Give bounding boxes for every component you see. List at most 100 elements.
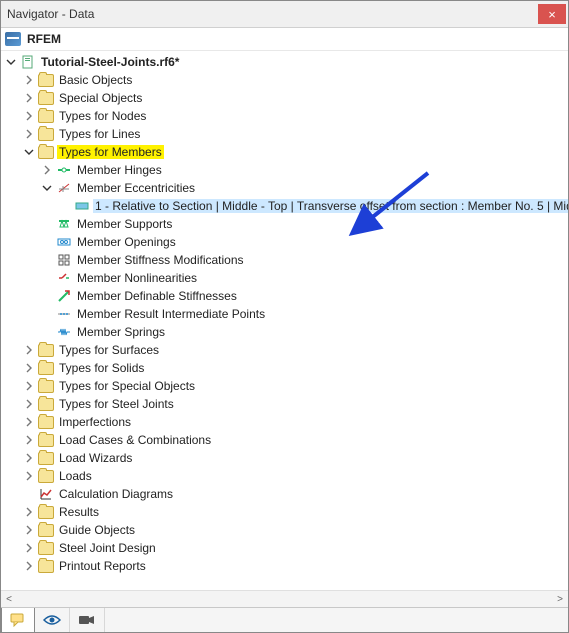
folder-types-for-steel-joints[interactable]: Types for Steel Joints [23, 395, 568, 413]
folder-label: Load Wizards [57, 451, 134, 465]
member-eccentricities-icon [56, 181, 72, 195]
scroll-left-button[interactable]: < [1, 592, 17, 606]
item-member-springs[interactable]: Member Springs [41, 323, 568, 341]
item-label: Member Eccentricities [75, 181, 197, 195]
folder-icon [38, 434, 54, 447]
folder-icon [38, 344, 54, 357]
folder-label: Loads [57, 469, 94, 483]
item-label: Calculation Diagrams [57, 487, 175, 501]
expand-toggle[interactable] [23, 380, 35, 392]
folder-label: Types for Special Objects [57, 379, 197, 393]
folder-steel-joint-design[interactable]: Steel Joint Design [23, 539, 568, 557]
expand-toggle[interactable] [23, 146, 35, 158]
member-definable-stiff-icon [56, 289, 72, 303]
folder-label: Imperfections [57, 415, 133, 429]
folder-types-for-members[interactable]: Types for Members [23, 143, 568, 161]
expand-toggle[interactable] [23, 542, 35, 554]
folder-load-cases-combinations[interactable]: Load Cases & Combinations [23, 431, 568, 449]
item-member-nonlinearities[interactable]: Member Nonlinearities [41, 269, 568, 287]
folder-guide-objects[interactable]: Guide Objects [23, 521, 568, 539]
expand-toggle[interactable] [41, 164, 53, 176]
footer-tab-video[interactable] [70, 608, 105, 632]
folder-types-for-special-objects[interactable]: Types for Special Objects [23, 377, 568, 395]
folder-label: Types for Steel Joints [57, 397, 176, 411]
folder-load-wizards[interactable]: Load Wizards [23, 449, 568, 467]
expand-toggle[interactable] [23, 506, 35, 518]
folder-types-for-solids[interactable]: Types for Solids [23, 359, 568, 377]
tree-scroll[interactable]: Tutorial-Steel-Joints.rf6* Basic Objects… [1, 51, 568, 590]
folder-label: Special Objects [57, 91, 144, 105]
navigator-data-window: Navigator - Data × RFEM [0, 0, 569, 633]
expand-toggle[interactable] [5, 56, 17, 68]
folder-types-for-nodes[interactable]: Types for Nodes [23, 107, 568, 125]
item-member-eccentricities[interactable]: Member Eccentricities [41, 179, 568, 197]
member-openings-icon [56, 235, 72, 249]
eccentricity-entry-icon [74, 199, 90, 213]
item-label: Member Springs [75, 325, 167, 339]
item-label: Member Stiffness Modifications [75, 253, 246, 267]
item-label: Member Openings [75, 235, 178, 249]
member-nonlinearities-icon [56, 271, 72, 285]
expand-toggle[interactable] [23, 524, 35, 536]
item-calculation-diagrams[interactable]: Calculation Diagrams [23, 485, 568, 503]
expand-toggle[interactable] [23, 434, 35, 446]
folder-icon [38, 416, 54, 429]
folder-loads[interactable]: Loads [23, 467, 568, 485]
folder-icon [38, 74, 54, 87]
file-icon [20, 55, 36, 69]
expand-toggle[interactable] [23, 110, 35, 122]
expand-toggle[interactable] [23, 398, 35, 410]
item-label: Member Result Intermediate Points [75, 307, 267, 321]
expand-toggle[interactable] [23, 452, 35, 464]
folder-label: Types for Surfaces [57, 343, 161, 357]
folder-icon [38, 524, 54, 537]
expand-toggle[interactable] [23, 416, 35, 428]
folder-imperfections[interactable]: Imperfections [23, 413, 568, 431]
folder-icon [38, 380, 54, 393]
footer-tab-view[interactable] [35, 608, 70, 632]
horizontal-scrollbar[interactable]: < > [1, 590, 568, 607]
expand-toggle[interactable] [23, 362, 35, 374]
member-hinges-icon [56, 163, 72, 177]
folder-basic-objects[interactable]: Basic Objects [23, 71, 568, 89]
expand-toggle[interactable] [23, 74, 35, 86]
eccentricity-entry-label: 1 - Relative to Section | Middle - Top |… [93, 199, 568, 213]
expand-toggle[interactable] [23, 470, 35, 482]
scroll-track[interactable] [17, 594, 552, 604]
app-name: RFEM [25, 32, 63, 46]
folder-types-for-surfaces[interactable]: Types for Surfaces [23, 341, 568, 359]
expand-toggle[interactable] [23, 92, 35, 104]
member-result-intermediate-icon [56, 307, 72, 321]
item-member-openings[interactable]: Member Openings [41, 233, 568, 251]
item-label: Member Supports [75, 217, 174, 231]
titlebar: Navigator - Data × [1, 1, 568, 28]
root-label: Tutorial-Steel-Joints.rf6* [39, 55, 181, 69]
tree-root[interactable]: Tutorial-Steel-Joints.rf6* [5, 53, 568, 71]
expand-toggle[interactable] [23, 560, 35, 572]
folder-special-objects[interactable]: Special Objects [23, 89, 568, 107]
member-springs-icon [56, 325, 72, 339]
item-member-result-intermediate-points[interactable]: Member Result Intermediate Points [41, 305, 568, 323]
close-icon: × [548, 8, 556, 21]
expand-toggle[interactable] [23, 344, 35, 356]
folder-types-for-lines[interactable]: Types for Lines [23, 125, 568, 143]
eccentricity-entry-1[interactable]: 1 - Relative to Section | Middle - Top |… [59, 197, 568, 215]
folder-label: Types for Nodes [57, 109, 148, 123]
folder-printout-reports[interactable]: Printout Reports [23, 557, 568, 575]
expand-toggle[interactable] [41, 182, 53, 194]
item-member-stiffness-modifications[interactable]: Member Stiffness Modifications [41, 251, 568, 269]
folder-label: Load Cases & Combinations [57, 433, 213, 447]
tree-wrap: Tutorial-Steel-Joints.rf6* Basic Objects… [1, 51, 568, 607]
footer-toolbar [1, 607, 568, 632]
window-close-button[interactable]: × [538, 4, 566, 24]
folder-results[interactable]: Results [23, 503, 568, 521]
camera-icon [78, 613, 96, 627]
item-member-definable-stiffnesses[interactable]: Member Definable Stiffnesses [41, 287, 568, 305]
footer-tab-data[interactable] [1, 608, 35, 632]
item-member-hinges[interactable]: Member Hinges [41, 161, 568, 179]
item-member-supports[interactable]: Member Supports [41, 215, 568, 233]
expand-toggle[interactable] [23, 128, 35, 140]
scroll-right-button[interactable]: > [552, 592, 568, 606]
folder-label: Basic Objects [57, 73, 134, 87]
app-header: RFEM [1, 28, 568, 51]
